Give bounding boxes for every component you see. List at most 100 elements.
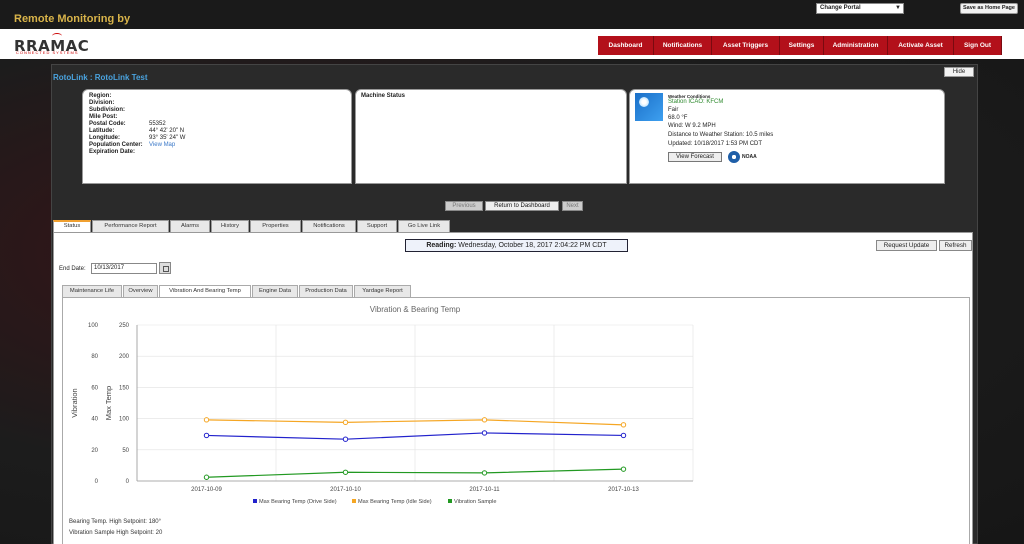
return-dashboard-button[interactable]: Return to Dashboard bbox=[485, 201, 559, 211]
subtab-yardage-report[interactable]: Yardage Report bbox=[354, 285, 411, 297]
chart-panel: Vibration & Bearing Temp 0 50 100 150 200 250 0… bbox=[62, 297, 970, 544]
asset-title: RotoLink : RotoLink Test bbox=[53, 73, 148, 82]
calendar-icon[interactable] bbox=[159, 262, 171, 274]
data-point bbox=[203, 417, 210, 423]
tab-performance-report[interactable]: Performance Report bbox=[92, 220, 169, 232]
weather-condition: Fair bbox=[668, 107, 679, 113]
portal-select[interactable]: Change Portal ▼ bbox=[816, 3, 904, 14]
end-date-input[interactable]: 10/13/2017 bbox=[91, 263, 157, 274]
data-point bbox=[342, 419, 349, 426]
asset-tabs: Status Performance Report Alarms History… bbox=[53, 220, 451, 232]
weather-station: Station ICAO: KFCM bbox=[668, 99, 724, 105]
nav-activate-asset[interactable]: Activate Asset bbox=[888, 36, 954, 55]
info-postal-code: Postal Code: 55352 bbox=[89, 121, 166, 127]
data-point bbox=[203, 474, 210, 480]
info-population-center: Population Center: View Map bbox=[89, 142, 176, 149]
nav-administration[interactable]: Administration bbox=[824, 36, 888, 55]
y-left-axis-label: Vibration bbox=[70, 388, 79, 417]
reading-box: Reading: Wednesday, October 18, 2017 2:0… bbox=[405, 239, 628, 252]
status-subtabs: Maintenance Life Overview Vibration And … bbox=[62, 285, 412, 297]
main-nav: Dashboard Notifications Asset Triggers S… bbox=[598, 36, 1002, 55]
data-point bbox=[342, 436, 349, 442]
info-mile-post: Mile Post: bbox=[89, 114, 118, 120]
weather-wind: Wind: W 9.2 MPH bbox=[668, 123, 716, 129]
info-expiration-date: Expiration Date: bbox=[89, 149, 136, 155]
status-panel: Reading: Wednesday, October 18, 2017 2:0… bbox=[53, 232, 973, 544]
previous-button[interactable]: Previous bbox=[445, 201, 483, 211]
y-right-axis-label: Max Temp bbox=[104, 386, 113, 420]
nav-dashboard[interactable]: Dashboard bbox=[598, 36, 654, 55]
nav-bar: RRAMAC CONNECTED SYSTEMS Dashboard Notif… bbox=[0, 29, 1024, 59]
tab-properties[interactable]: Properties bbox=[250, 220, 301, 232]
legend-swatch bbox=[253, 499, 257, 503]
y-right-tick-label: 200 bbox=[119, 354, 130, 360]
subtab-overview[interactable]: Overview bbox=[123, 285, 158, 297]
data-point bbox=[620, 466, 627, 472]
nav-notifications[interactable]: Notifications bbox=[654, 36, 712, 55]
nav-sign-out[interactable]: Sign Out bbox=[954, 36, 1002, 55]
weather-updated: Updated: 10/18/2017 1:53 PM CDT bbox=[668, 141, 763, 147]
tab-alarms[interactable]: Alarms bbox=[170, 220, 210, 232]
tab-go-live-link[interactable]: Go Live Link bbox=[398, 220, 450, 232]
nav-settings[interactable]: Settings bbox=[780, 36, 824, 55]
info-division: Division: bbox=[89, 100, 115, 106]
chart-title: Vibration & Bearing Temp bbox=[370, 305, 461, 314]
subtab-maintenance-life[interactable]: Maintenance Life bbox=[62, 285, 122, 297]
noaa-label: NOAA bbox=[742, 154, 757, 160]
legend-label: Max Bearing Temp (Idle Side) bbox=[358, 499, 432, 505]
data-point bbox=[481, 417, 488, 423]
request-update-button[interactable]: Request Update bbox=[876, 240, 937, 251]
reading-label: Reading: bbox=[426, 242, 457, 249]
y-right-tick-label: 250 bbox=[119, 323, 130, 329]
subtab-production-data[interactable]: Production Data bbox=[299, 285, 353, 297]
info-region: Region: bbox=[89, 93, 112, 99]
tab-support[interactable]: Support bbox=[357, 220, 397, 232]
portal-select-value: Change Portal bbox=[820, 5, 861, 11]
y-left-tick-label: 20 bbox=[91, 448, 98, 454]
x-tick-label: 2017-10-10 bbox=[330, 487, 361, 493]
legend-swatch bbox=[448, 499, 452, 503]
nav-asset-triggers[interactable]: Asset Triggers bbox=[712, 36, 780, 55]
view-forecast-button[interactable]: View Forecast bbox=[668, 152, 722, 162]
info-subdivision: Subdivision: bbox=[89, 107, 125, 113]
chevron-down-icon: ▼ bbox=[895, 5, 901, 11]
tab-history[interactable]: History bbox=[211, 220, 249, 232]
reading-value: Wednesday, October 18, 2017 2:04:22 PM C… bbox=[458, 242, 607, 249]
machine-status-card: Machine Status bbox=[355, 89, 627, 184]
data-point bbox=[481, 470, 488, 476]
legend-label: Vibration Sample bbox=[454, 499, 497, 505]
data-point bbox=[620, 422, 627, 428]
data-point bbox=[342, 469, 349, 475]
y-left-tick-label: 80 bbox=[91, 354, 98, 360]
legend-label: Max Bearing Temp (Drive Side) bbox=[259, 499, 337, 505]
y-left-tick-label: 0 bbox=[95, 479, 99, 485]
bearing-setpoint: Bearing Temp. High Setpoint: 180° bbox=[69, 519, 162, 525]
hide-button[interactable]: Hide bbox=[944, 67, 974, 77]
brand-title: Remote Monitoring by bbox=[14, 13, 131, 25]
weather-temperature: 68.0 °F bbox=[668, 115, 688, 121]
weather-distance: Distance to Weather Station: 10.5 miles bbox=[668, 132, 774, 138]
x-tick-label: 2017-10-09 bbox=[191, 487, 222, 493]
info-longitude: Longitude: 93° 35' 24" W bbox=[89, 135, 186, 141]
noaa-logo-icon bbox=[728, 151, 740, 163]
logo-subtitle: CONNECTED SYSTEMS bbox=[16, 50, 79, 55]
next-button[interactable]: Next bbox=[562, 201, 583, 211]
subtab-engine-data[interactable]: Engine Data bbox=[252, 285, 298, 297]
tab-status[interactable]: Status bbox=[53, 220, 91, 232]
y-left-tick-label: 100 bbox=[88, 323, 99, 329]
y-left-tick-label: 60 bbox=[91, 385, 98, 391]
refresh-button[interactable]: Refresh bbox=[939, 240, 972, 251]
y-right-tick-label: 50 bbox=[122, 448, 129, 454]
view-map-link[interactable]: View Map bbox=[149, 142, 175, 149]
info-latitude: Latitude: 44° 42' 20" N bbox=[89, 128, 185, 134]
end-date-label: End Date: bbox=[59, 266, 86, 272]
save-home-button[interactable]: Save as Home Page bbox=[960, 3, 1018, 14]
subtab-vibration-bearing-temp[interactable]: Vibration And Bearing Temp bbox=[159, 285, 251, 297]
x-tick-label: 2017-10-13 bbox=[608, 487, 639, 493]
legend-swatch bbox=[352, 499, 356, 503]
weather-sun-icon bbox=[635, 93, 663, 121]
logo: RRAMAC CONNECTED SYSTEMS bbox=[14, 33, 94, 55]
y-right-tick-label: 0 bbox=[126, 479, 130, 485]
y-right-tick-label: 150 bbox=[119, 385, 130, 391]
tab-notifications[interactable]: Notifications bbox=[302, 220, 356, 232]
